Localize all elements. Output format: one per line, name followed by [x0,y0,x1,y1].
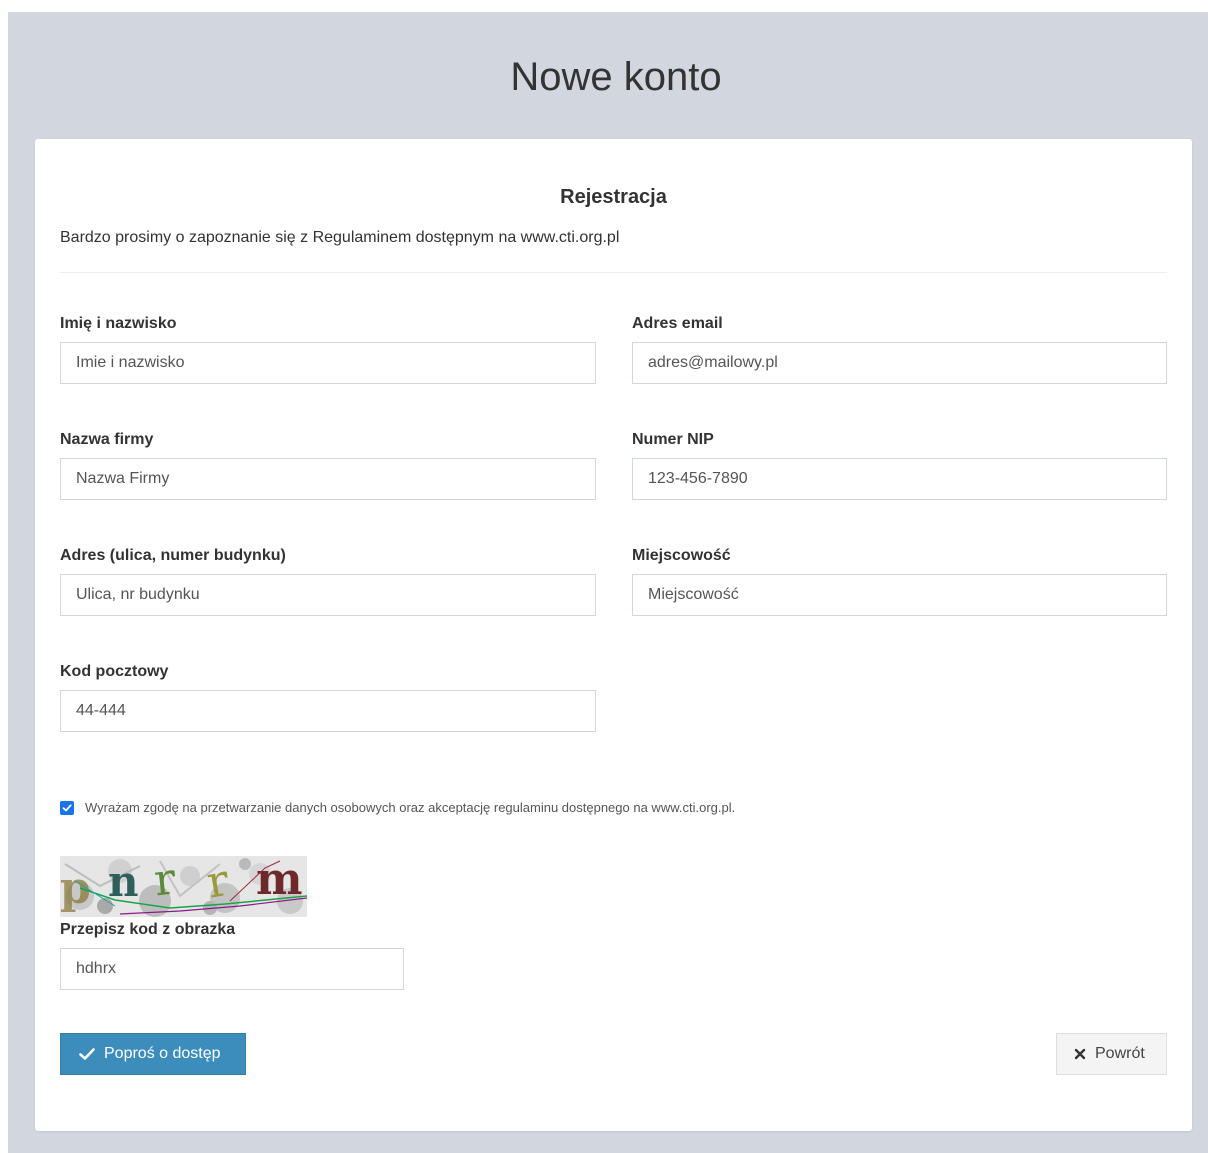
captcha-input[interactable] [60,948,404,990]
address-input[interactable] [60,574,596,616]
request-access-label: Poproś o dostęp [104,1045,221,1062]
check-icon [79,1047,95,1061]
name-input[interactable] [60,342,596,384]
email-input[interactable] [632,342,1167,384]
consent-row: Wyrażam zgodę na przetwarzanie danych os… [60,800,735,815]
card-title: Rejestracja [560,186,667,208]
postal-input[interactable] [60,690,596,732]
email-label: Adres email [632,315,723,332]
back-button[interactable]: Powrót [1056,1033,1167,1075]
captcha-label: Przepisz kod z obrazka [60,921,236,938]
checkmark-icon [62,803,72,811]
city-label: Miejscowość [632,547,731,564]
back-label: Powrót [1095,1045,1145,1062]
page-title: Nowe konto [510,55,722,99]
divider [60,272,1167,273]
close-icon [1074,1048,1086,1060]
page-background: Nowe konto Rejestracja Bardzo prosimy o … [8,12,1208,1153]
nip-input[interactable] [632,458,1167,500]
nip-label: Numer NIP [632,431,714,448]
card-subtitle: Bardzo prosimy o zapoznanie się z Regula… [60,229,620,246]
registration-card: Rejestracja Bardzo prosimy o zapoznanie … [35,139,1192,1131]
request-access-button[interactable]: Poproś o dostęp [60,1033,246,1075]
address-label: Adres (ulica, numer budynku) [60,547,286,564]
consent-checkbox[interactable] [60,800,74,815]
company-label: Nazwa firmy [60,431,154,448]
company-input[interactable] [60,458,596,500]
name-label: Imię i nazwisko [60,315,177,332]
consent-text: Wyrażam zgodę na przetwarzanie danych os… [85,800,736,815]
city-input[interactable] [632,574,1167,616]
postal-label: Kod pocztowy [60,663,169,680]
captcha-image: p n r r m [60,856,307,917]
